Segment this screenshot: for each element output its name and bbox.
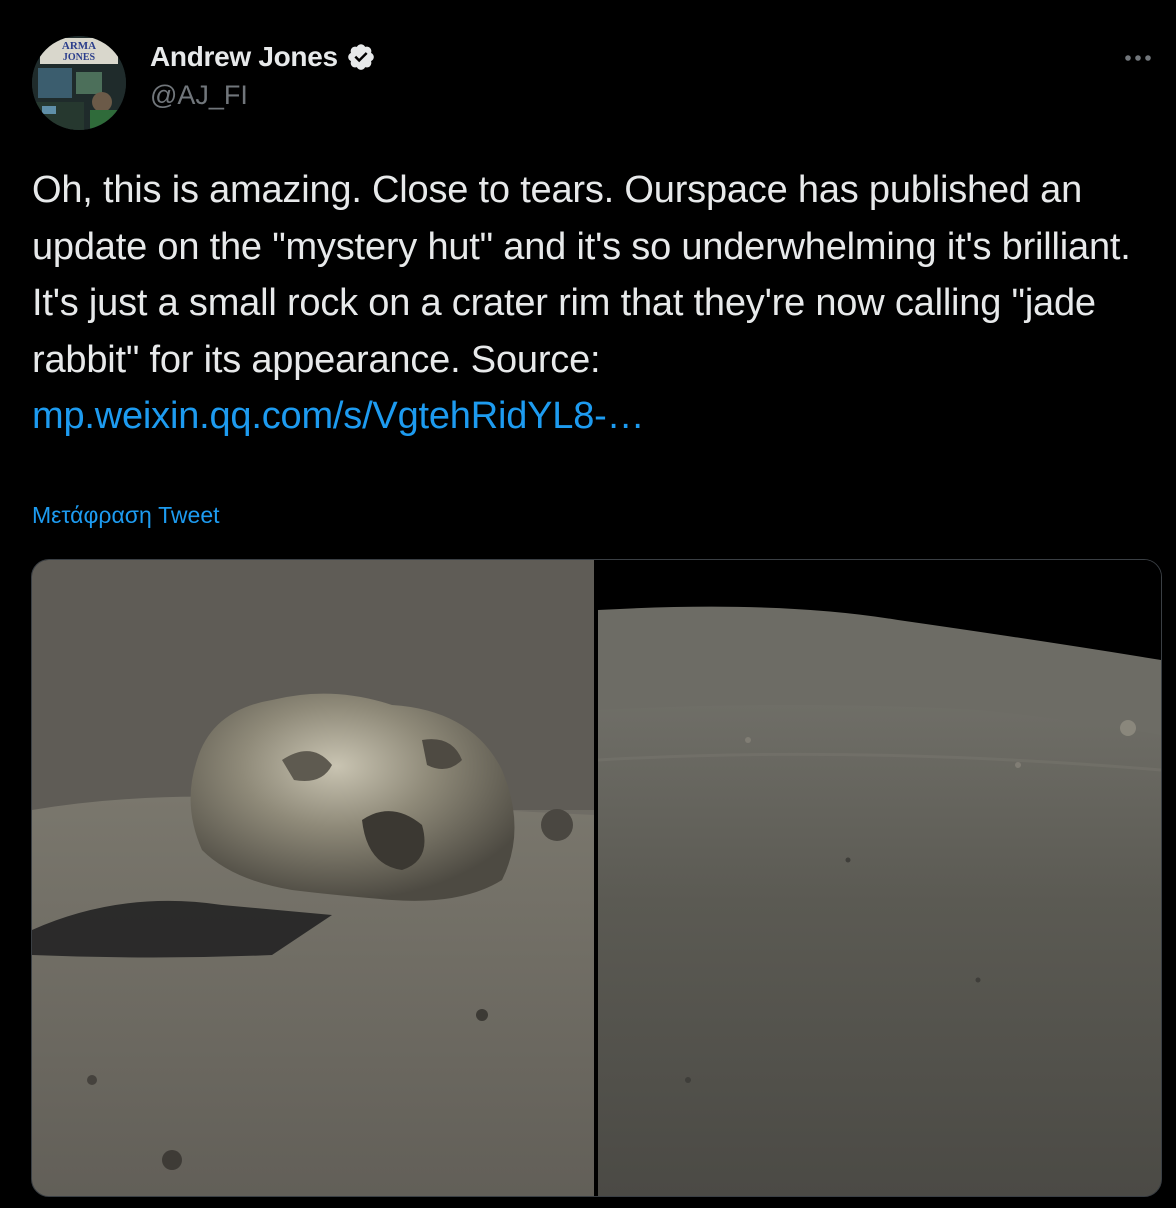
author-info: Andrew Jones @AJ_FI: [150, 38, 376, 111]
source-link[interactable]: mp.weixin.qq.com/s/VgtehRidYL8-…: [32, 388, 1142, 445]
avatar-text-line1: ARMA: [62, 40, 96, 52]
tweet-card: ARMA JONES Andrew Jones @AJ_FI Oh, this …: [0, 0, 1176, 1208]
author-handle[interactable]: @AJ_FI: [150, 80, 376, 111]
tweet-text: Oh, this is amazing. Close to tears. Our…: [32, 162, 1142, 445]
translate-tweet-link[interactable]: Μετάφραση Tweet: [32, 502, 220, 529]
author-name-row: Andrew Jones: [150, 38, 376, 76]
more-options-icon[interactable]: [1120, 40, 1156, 76]
avatar[interactable]: ARMA JONES: [32, 36, 126, 130]
avatar-text-line2: JONES: [63, 52, 96, 63]
avatar-image: ARMA JONES: [32, 36, 126, 130]
verified-badge-icon: [346, 42, 376, 72]
author-display-name[interactable]: Andrew Jones: [150, 41, 338, 73]
tweet-body: Oh, this is amazing. Close to tears. Our…: [32, 169, 1131, 381]
photo-crater-landscape[interactable]: [597, 560, 1161, 1196]
crater-landscape-image: [597, 560, 1161, 1196]
photo-rock-closeup[interactable]: [32, 560, 594, 1196]
media-grid: [31, 559, 1162, 1197]
rock-closeup-image: [32, 560, 594, 1196]
